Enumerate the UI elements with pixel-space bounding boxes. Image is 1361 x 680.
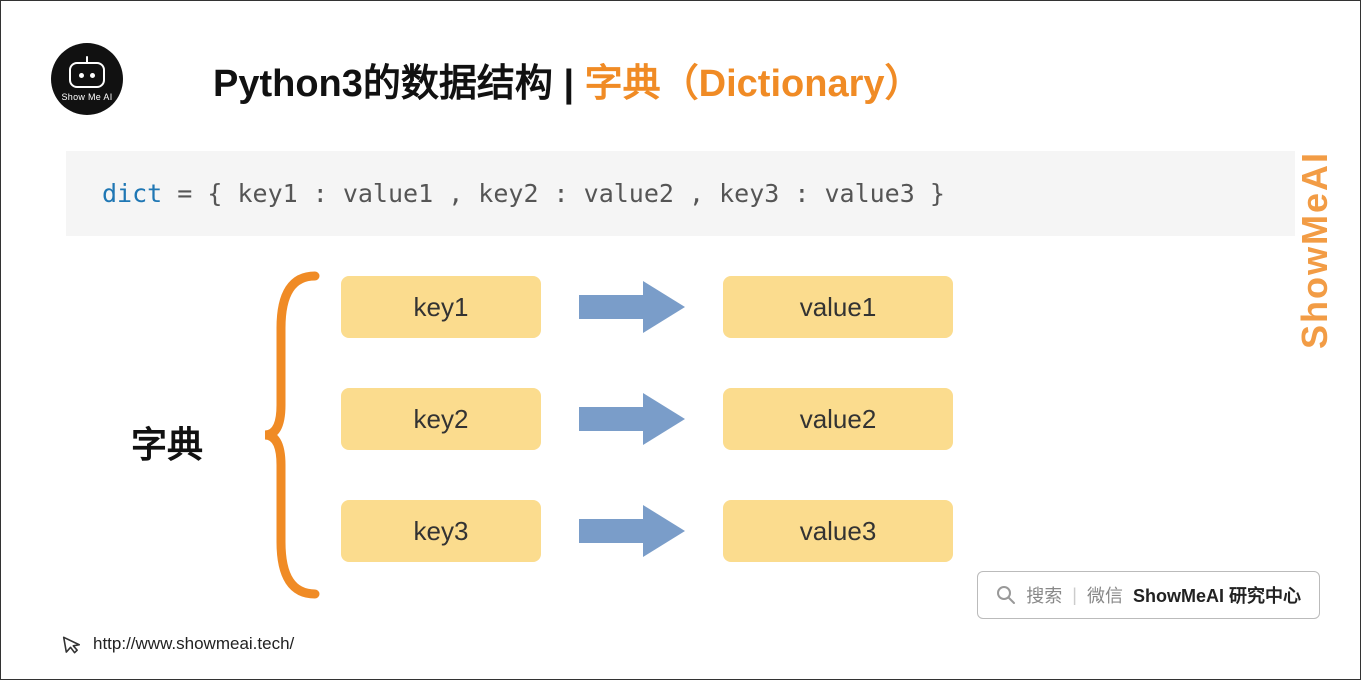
dictionary-diagram: 字典 key1 value1 key2 value2 key3 (1, 276, 1360, 616)
logo-badge: Show Me AI (51, 43, 123, 115)
footer-url: http://www.showmeai.tech/ (93, 634, 294, 654)
code-keyword: dict (102, 179, 162, 208)
key-box: key2 (341, 388, 541, 450)
title-part1: Python3的数据结构 | (213, 63, 585, 105)
brace-icon (261, 270, 327, 600)
header: Show Me AI Python3的数据结构 | 字典（Dictionary） (1, 1, 1360, 135)
account-name: ShowMeAI 研究中心 (1133, 582, 1301, 608)
footer: http://www.showmeai.tech/ (61, 633, 294, 655)
arrow-right-icon (577, 503, 687, 559)
key-value-rows: key1 value1 key2 value2 key3 value3 (341, 276, 953, 562)
diagram-label: 字典 (131, 416, 203, 468)
wechat-search-badge: 搜索 | 微信 ShowMeAI 研究中心 (977, 571, 1320, 619)
kv-row: key3 value3 (341, 500, 953, 562)
wechat-label: 微信 (1087, 582, 1123, 608)
kv-row: key1 value1 (341, 276, 953, 338)
search-label: 搜索 (1026, 582, 1062, 608)
cursor-icon (59, 631, 84, 656)
title-part3: （Dictionary） (661, 63, 923, 105)
code-body: = { key1 : value1 , key2 : value2 , key3… (162, 179, 945, 208)
value-box: value2 (723, 388, 953, 450)
value-box: value1 (723, 276, 953, 338)
page-title: Python3的数据结构 | 字典（Dictionary） (213, 52, 923, 107)
key-box: key1 (341, 276, 541, 338)
code-example: dict = { key1 : value1 , key2 : value2 ,… (66, 151, 1295, 236)
watermark-side: ShowMeAI (1294, 151, 1336, 349)
value-box: value3 (723, 500, 953, 562)
robot-face-icon (69, 62, 105, 88)
divider: | (1072, 585, 1077, 606)
logo-text: Show Me AI (61, 92, 112, 102)
key-box: key3 (341, 500, 541, 562)
search-icon (996, 585, 1016, 605)
arrow-right-icon (577, 391, 687, 447)
title-part2: 字典 (585, 63, 661, 105)
kv-row: key2 value2 (341, 388, 953, 450)
arrow-right-icon (577, 279, 687, 335)
